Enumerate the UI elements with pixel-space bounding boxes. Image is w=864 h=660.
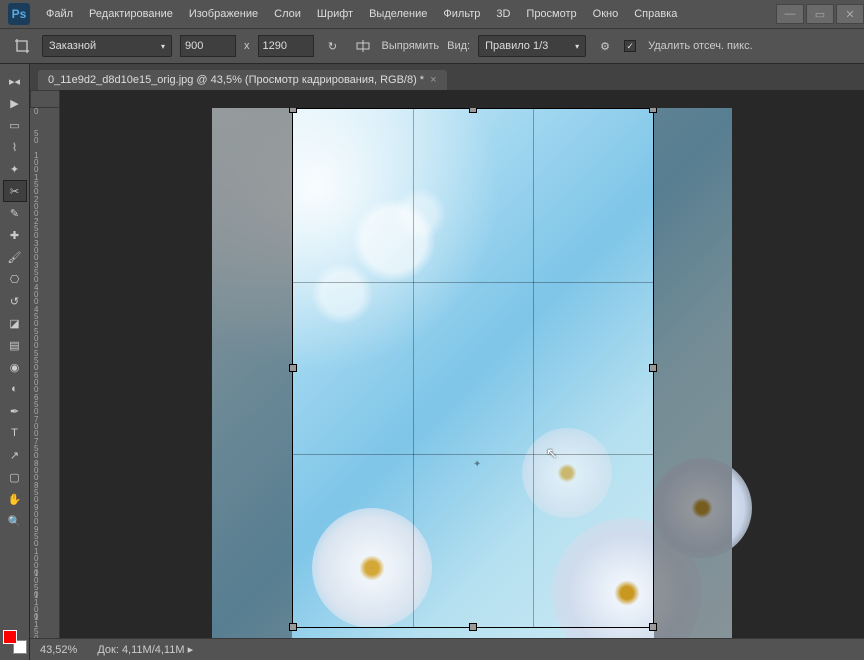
stamp-tool[interactable]: ⎔ — [3, 268, 27, 290]
heal-tool[interactable]: ✚ — [3, 224, 27, 246]
path-tool[interactable]: ↗ — [3, 444, 27, 466]
document-title: 0_11e9d2_d8d10e15_orig.jpg @ 43,5% (Прос… — [48, 74, 424, 86]
straighten-label[interactable]: Выпрямить — [382, 40, 440, 52]
view-mode-dropdown[interactable]: Правило 1/3▾ — [478, 35, 586, 57]
crop-width-input[interactable] — [180, 35, 236, 57]
menu-layers[interactable]: Слои — [266, 4, 309, 24]
pen-tool[interactable]: ✒ — [3, 400, 27, 422]
menu-file[interactable]: Файл — [38, 4, 81, 24]
menu-window[interactable]: Окно — [585, 4, 627, 24]
image-content — [522, 428, 612, 518]
color-swatches[interactable] — [3, 630, 27, 654]
crop-x-label: x — [244, 40, 250, 52]
document-canvas[interactable] — [212, 108, 732, 638]
menu-view[interactable]: Просмотр — [518, 4, 584, 24]
status-bar: 43,52% Док: 4,11M/4,11M ▸ — [30, 638, 864, 660]
ruler-origin[interactable] — [30, 90, 60, 108]
crop-tool-icon — [10, 34, 34, 58]
menu-3d[interactable]: 3D — [488, 4, 518, 24]
menu-type[interactable]: Шрифт — [309, 4, 361, 24]
minimize-button[interactable]: — — [776, 4, 804, 24]
delete-cropped-checkbox[interactable] — [624, 40, 636, 52]
zoom-tool[interactable]: 🔍 — [3, 510, 27, 532]
document-tab[interactable]: 0_11e9d2_d8d10e15_orig.jpg @ 43,5% (Прос… — [38, 70, 447, 90]
shape-tool[interactable]: ▢ — [3, 466, 27, 488]
image-content — [312, 508, 432, 628]
straighten-icon[interactable] — [352, 35, 374, 57]
rotate-icon[interactable]: ↻ — [322, 35, 344, 57]
menu-bar: Файл Редактирование Изображение Слои Шри… — [38, 4, 685, 24]
cursor-icon: ↖ — [546, 445, 558, 462]
zoom-level[interactable]: 43,52% — [40, 644, 77, 656]
marquee-tool[interactable]: ▭ — [3, 114, 27, 136]
view-label: Вид: — [447, 40, 470, 52]
crop-preset-dropdown[interactable]: Заказной▾ — [42, 35, 172, 57]
blur-tool[interactable]: ◉ — [3, 356, 27, 378]
menu-edit[interactable]: Редактирование — [81, 4, 181, 24]
hand-tool[interactable]: ✋ — [3, 488, 27, 510]
gear-icon[interactable]: ⚙ — [594, 35, 616, 57]
move-tool[interactable]: ▶ — [3, 92, 27, 114]
delete-cropped-label: Удалить отсеч. пикс. — [648, 40, 753, 52]
vertical-ruler[interactable]: 05 01 0 01 5 02 0 02 5 03 0 03 5 04 0 04… — [30, 108, 60, 638]
foreground-color[interactable] — [3, 630, 17, 644]
wand-tool[interactable]: ✦ — [3, 158, 27, 180]
menu-select[interactable]: Выделение — [361, 4, 435, 24]
tool-panel: ▸◂ ▶ ▭ ⌇ ✦ ✂ ✎ ✚ 🖌 ⎔ ↺ ◪ ▤ ◉ ◐ ✒ T ↗ ▢ ✋… — [0, 64, 30, 660]
eraser-tool[interactable]: ◪ — [3, 312, 27, 334]
crop-tool[interactable]: ✂ — [3, 180, 27, 202]
menu-filter[interactable]: Фильтр — [435, 4, 488, 24]
app-logo: Ps — [8, 3, 30, 25]
options-bar: Заказной▾ x ↻ Выпрямить Вид: Правило 1/3… — [0, 28, 864, 64]
crop-height-input[interactable] — [258, 35, 314, 57]
text-tool[interactable]: T — [3, 422, 27, 444]
crop-center-icon: ✦ — [473, 459, 481, 470]
eyedropper-tool[interactable]: ✎ — [3, 202, 27, 224]
dodge-tool[interactable]: ◐ — [3, 378, 27, 400]
close-tab-icon[interactable]: × — [430, 74, 436, 86]
brush-tool[interactable]: 🖌 — [3, 246, 27, 268]
grip-icon[interactable]: ▸◂ — [3, 70, 27, 92]
history-brush-tool[interactable]: ↺ — [3, 290, 27, 312]
canvas-area[interactable]: ✦ ↖ — [60, 108, 864, 638]
doc-size-label: Док: — [97, 644, 119, 656]
close-button[interactable]: ✕ — [836, 4, 864, 24]
maximize-button[interactable]: ▭ — [806, 4, 834, 24]
gradient-tool[interactable]: ▤ — [3, 334, 27, 356]
doc-size: 4,11M/4,11M — [122, 644, 185, 656]
menu-image[interactable]: Изображение — [181, 4, 266, 24]
menu-help[interactable]: Справка — [626, 4, 685, 24]
image-content — [652, 458, 752, 558]
lasso-tool[interactable]: ⌇ — [3, 136, 27, 158]
